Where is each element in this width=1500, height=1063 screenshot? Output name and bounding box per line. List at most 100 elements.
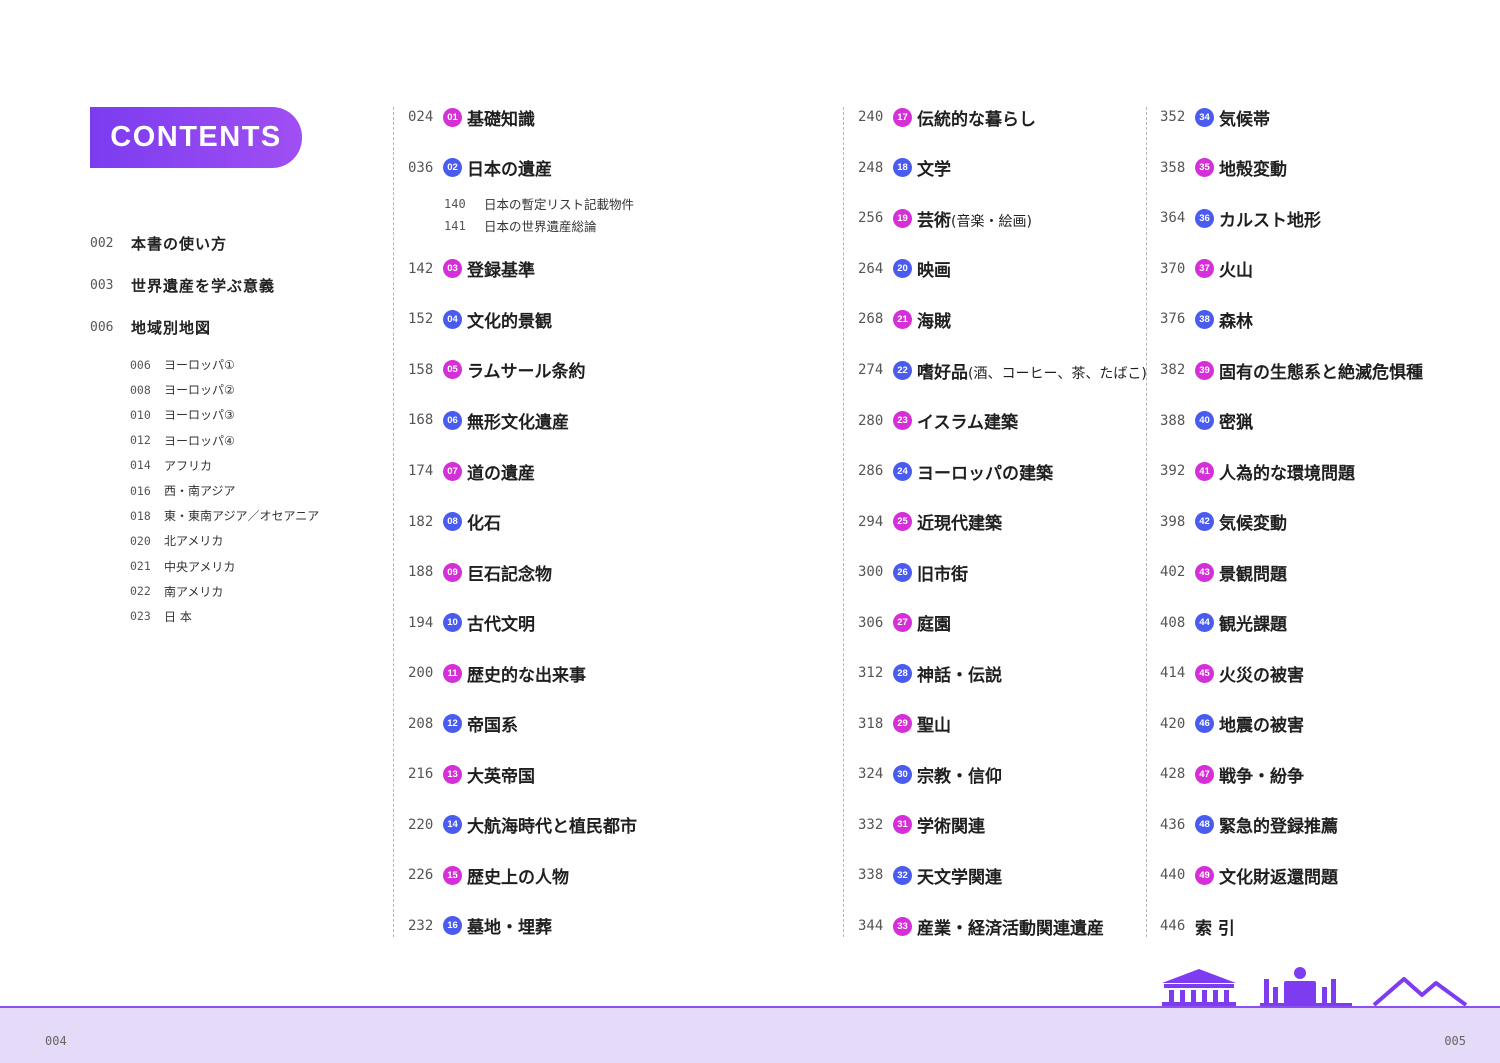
map-subentry[interactable]: 023 日 本 bbox=[90, 604, 380, 629]
chapter-number-badge: 28 bbox=[893, 663, 912, 683]
chapter-entry[interactable]: 306 27 庭園 bbox=[858, 597, 1147, 648]
chapter-entry[interactable]: 428 47 戦争・紛争 bbox=[1160, 749, 1423, 800]
chapter-entry[interactable]: 392 41 人為的な環境問題 bbox=[1160, 446, 1423, 497]
page-number: 294 bbox=[858, 513, 884, 530]
chapter-number-badge: 01 bbox=[443, 107, 462, 127]
chapter-entry[interactable]: 294 25 近現代建築 bbox=[858, 496, 1147, 547]
entry-label: 地域別地図 bbox=[131, 318, 212, 337]
chapter-entry[interactable]: 324 30 宗教・信仰 bbox=[858, 749, 1147, 800]
chapter-title-text: 聖山 bbox=[917, 716, 951, 737]
chapter-title: 嗜好品(酒、コーヒー、茶、たばこ) bbox=[917, 358, 1147, 383]
sub-entry[interactable]: 140 日本の暫定リスト記載物件 bbox=[408, 193, 637, 215]
chapter-number-badge: 03 bbox=[443, 259, 462, 279]
bottom-band bbox=[0, 1006, 1500, 1063]
map-subentry[interactable]: 008 ヨーロッパ② bbox=[90, 377, 380, 402]
chapter-entry[interactable]: 446 索 引 bbox=[1160, 901, 1423, 952]
chapter-entry[interactable]: 142 03 登録基準 bbox=[408, 244, 637, 295]
chapter-entry[interactable]: 436 48 緊急的登録推薦 bbox=[1160, 800, 1423, 851]
chapter-entry[interactable]: 220 14 大航海時代と植民都市 bbox=[408, 800, 637, 851]
chapter-entry[interactable]: 364 36 カルスト地形 bbox=[1160, 193, 1423, 244]
map-subentry[interactable]: 020 北アメリカ bbox=[90, 528, 380, 553]
chapter-entry[interactable]: 268 21 海賊 bbox=[858, 294, 1147, 345]
toc-entry[interactable]: 003 世界遺産を学ぶ意義 bbox=[90, 264, 380, 306]
chapter-entry[interactable]: 188 09 巨石記念物 bbox=[408, 547, 637, 598]
chapter-entry[interactable]: 376 38 森林 bbox=[1160, 294, 1423, 345]
map-subentry[interactable]: 012 ヨーロッパ④ bbox=[90, 428, 380, 453]
chapter-entry[interactable]: 398 42 気候変動 bbox=[1160, 496, 1423, 547]
chapter-entry[interactable]: 408 44 観光課題 bbox=[1160, 597, 1423, 648]
page-number: 344 bbox=[858, 918, 884, 935]
sub-entry[interactable]: 141 日本の世界遺産総論 bbox=[408, 215, 637, 237]
chapter-entry[interactable]: 256 19 芸術(音楽・絵画) bbox=[858, 193, 1147, 244]
chapter-entry[interactable]: 382 39 固有の生態系と絶滅危惧種 bbox=[1160, 345, 1423, 396]
toc-entry[interactable]: 006 地域別地図 bbox=[90, 306, 380, 348]
page-number: 140 bbox=[444, 196, 466, 211]
chapter-title: 化石 bbox=[467, 509, 501, 534]
map-subentry[interactable]: 010 ヨーロッパ③ bbox=[90, 402, 380, 427]
chapter-entry[interactable]: 402 43 景観問題 bbox=[1160, 547, 1423, 598]
chapter-entry[interactable]: 286 24 ヨーロッパの建築 bbox=[858, 446, 1147, 497]
chapter-entry[interactable]: 200 11 歴史的な出来事 bbox=[408, 648, 637, 699]
chapter-entry[interactable]: 280 23 イスラム建築 bbox=[858, 395, 1147, 446]
page-number: 152 bbox=[408, 311, 434, 328]
chapter-number-badge: 17 bbox=[893, 107, 912, 127]
chapter-entry[interactable]: 300 26 旧市街 bbox=[858, 547, 1147, 598]
chapter-entry[interactable]: 414 45 火災の被害 bbox=[1160, 648, 1423, 699]
chapter-entry[interactable]: 352 34 気候帯 bbox=[1160, 92, 1423, 143]
chapter-entry[interactable]: 248 18 文学 bbox=[858, 143, 1147, 194]
chapter-title: 火山 bbox=[1219, 256, 1253, 281]
chapter-number-badge: 35 bbox=[1195, 158, 1214, 178]
chapter-title: 巨石記念物 bbox=[467, 560, 552, 585]
chapter-entry[interactable]: 264 20 映画 bbox=[858, 244, 1147, 295]
chapter-title: 大航海時代と植民都市 bbox=[467, 812, 637, 837]
map-subentry[interactable]: 016 西・南アジア bbox=[90, 478, 380, 503]
chapter-entry[interactable]: 208 12 帝国系 bbox=[408, 698, 637, 749]
map-subentry[interactable]: 021 中央アメリカ bbox=[90, 554, 380, 579]
chapter-entry[interactable]: 182 08 化石 bbox=[408, 496, 637, 547]
page-number: 216 bbox=[408, 766, 434, 783]
chapter-title-text: 歴史的な出来事 bbox=[467, 665, 586, 686]
decorative-icons bbox=[1160, 963, 1470, 1011]
chapter-number-badge: 37 bbox=[1195, 259, 1214, 279]
map-subentry[interactable]: 006 ヨーロッパ① bbox=[90, 352, 380, 377]
chapter-entry[interactable]: 332 31 学術関連 bbox=[858, 800, 1147, 851]
chapter-entry[interactable]: 440 49 文化財返還問題 bbox=[1160, 850, 1423, 901]
chapter-entry[interactable]: 216 13 大英帝国 bbox=[408, 749, 637, 800]
chapter-entry[interactable]: 358 35 地殻変動 bbox=[1160, 143, 1423, 194]
chapter-entry[interactable]: 318 29 聖山 bbox=[858, 699, 1147, 750]
page-number: 398 bbox=[1160, 513, 1186, 530]
chapter-entry[interactable]: 174 07 道の遺産 bbox=[408, 446, 637, 497]
chapter-entry[interactable]: 232 16 墓地・埋葬 bbox=[408, 901, 637, 952]
chapter-title-text: 嗜好品 bbox=[917, 362, 968, 383]
chapter-entry[interactable]: 344 33 産業・経済活動関連遺産 bbox=[858, 901, 1147, 952]
toc-entry[interactable]: 002 本書の使い方 bbox=[90, 222, 380, 264]
chapter-entry[interactable]: 024 01 基礎知識 bbox=[408, 92, 637, 143]
chapter-entry[interactable]: 036 02 日本の遺産 bbox=[408, 143, 637, 193]
chapter-entry[interactable]: 152 04 文化的景観 bbox=[408, 294, 637, 345]
chapter-entry[interactable]: 338 32 天文学関連 bbox=[858, 850, 1147, 901]
page-number: 392 bbox=[1160, 463, 1186, 480]
map-subentry[interactable]: 022 南アメリカ bbox=[90, 579, 380, 604]
chapter-entry[interactable]: 194 10 古代文明 bbox=[408, 597, 637, 648]
chapter-entry[interactable]: 312 28 神話・伝説 bbox=[858, 648, 1147, 699]
chapter-title: 地震の被害 bbox=[1219, 711, 1304, 736]
entry-label: 中央アメリカ bbox=[164, 559, 236, 574]
map-subentry[interactable]: 014 アフリカ bbox=[90, 453, 380, 478]
page-number: 022 bbox=[130, 584, 151, 599]
chapter-number-badge: 10 bbox=[443, 613, 462, 633]
chapter-entry[interactable]: 388 40 密猟 bbox=[1160, 395, 1423, 446]
chapter-entry[interactable]: 158 05 ラムサール条約 bbox=[408, 345, 637, 396]
page-number: 428 bbox=[1160, 766, 1186, 783]
chapter-entry[interactable]: 370 37 火山 bbox=[1160, 244, 1423, 295]
chapter-entry[interactable]: 226 15 歴史上の人物 bbox=[408, 850, 637, 901]
chapter-entry[interactable]: 420 46 地震の被害 bbox=[1160, 699, 1423, 750]
map-subentry[interactable]: 018 東・東南アジア／オセアニア bbox=[90, 503, 380, 528]
chapter-entry[interactable]: 168 06 無形文化遺産 bbox=[408, 395, 637, 446]
chapter-title-text: 神話・伝説 bbox=[917, 665, 1002, 686]
page-number: 014 bbox=[130, 458, 151, 473]
entry-label: 本書の使い方 bbox=[131, 234, 228, 253]
chapter-title-text: 道の遺産 bbox=[467, 463, 535, 484]
chapter-title-text: 産業・経済活動関連遺産 bbox=[917, 918, 1104, 939]
chapter-entry[interactable]: 240 17 伝統的な暮らし bbox=[858, 92, 1147, 143]
chapter-entry[interactable]: 274 22 嗜好品(酒、コーヒー、茶、たばこ) bbox=[858, 345, 1147, 396]
